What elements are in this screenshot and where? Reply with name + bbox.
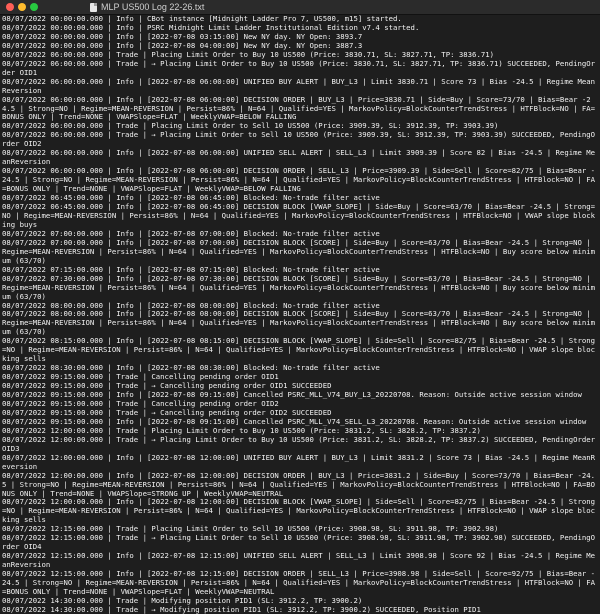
- log-line: 08/07/2022 12:00:00.000 | Info | [2022-0…: [2, 470, 596, 498]
- log-line: 08/07/2022 12:00:00.000 | Info | [2022-0…: [2, 497, 596, 525]
- log-line: 08/07/2022 12:00:00.000 | Info | [2022-0…: [2, 452, 596, 471]
- log-line: 08/07/2022 12:00:00.000 | Trade | → Plac…: [2, 434, 600, 453]
- title-bar: MLP US500 Log 22-26.txt: [0, 0, 600, 15]
- maximize-window-button[interactable]: [30, 3, 38, 11]
- log-line: 08/07/2022 06:00:00.000 | Info | [2022-0…: [2, 94, 596, 122]
- log-line: 08/07/2022 14:30:00.000 | Trade | → Modi…: [2, 604, 481, 614]
- log-line: 08/07/2022 12:15:00.000 | Info | [2022-0…: [2, 569, 596, 596]
- log-line: 08/07/2022 12:15:00.000 | Trade | → Plac…: [2, 533, 596, 552]
- log-line: 08/07/2022 06:00:00.000 | Info | [2022-0…: [2, 76, 596, 95]
- window-title-area: MLP US500 Log 22-26.txt: [90, 0, 204, 14]
- log-line: 08/07/2022 08:00:00.000 | Info | [2022-0…: [2, 309, 596, 337]
- window-title: MLP US500 Log 22-26.txt: [101, 2, 205, 12]
- minimize-window-button[interactable]: [18, 3, 26, 11]
- log-line: 08/07/2022 06:00:00.000 | Trade | → Plac…: [2, 58, 596, 77]
- text-editor-window: MLP US500 Log 22-26.txt 08/07/2022 00:00…: [0, 0, 600, 614]
- log-line: 08/07/2022 07:30:00.000 | Info | [2022-0…: [2, 273, 596, 301]
- log-line: 08/07/2022 06:00:00.000 | Info | [2022-0…: [2, 148, 596, 167]
- log-line: 08/07/2022 08:15:00.000 | Info | [2022-0…: [2, 336, 596, 364]
- close-window-button[interactable]: [6, 3, 14, 11]
- document-icon: [90, 2, 97, 12]
- log-text-area[interactable]: 08/07/2022 00:00:00.000 | Info | CBot in…: [0, 15, 600, 614]
- log-line: 08/07/2022 07:00:00.000 | Info | [2022-0…: [2, 237, 596, 265]
- log-line: 08/07/2022 06:00:00.000 | Info | [2022-0…: [2, 166, 596, 194]
- log-line: 08/07/2022 06:45:00.000 | Info | [2022-0…: [2, 202, 596, 229]
- log-line: 08/07/2022 06:00:00.000 | Trade | → Plac…: [2, 130, 596, 149]
- log-line: 08/07/2022 12:15:00.000 | Info | [2022-0…: [2, 551, 596, 570]
